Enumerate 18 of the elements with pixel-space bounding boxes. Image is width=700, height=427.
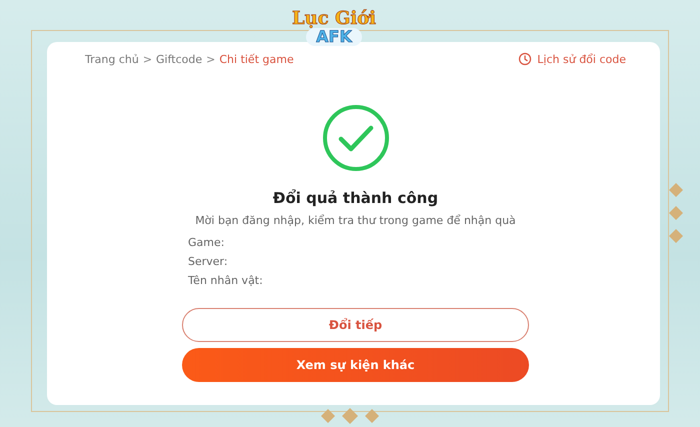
result-title: Đổi quả thành công: [272, 189, 438, 207]
breadcrumb-link[interactable]: Chi tiết game: [219, 52, 294, 66]
field-label: Server:: [188, 255, 229, 269]
breadcrumb-separator: >: [206, 52, 216, 66]
clock-icon: [518, 52, 532, 66]
breadcrumb-separator: >: [142, 52, 152, 66]
diamond-ornament-icon: [668, 183, 684, 243]
redeem-again-button[interactable]: Đổi tiếp: [182, 308, 529, 342]
result-message: Mời bạn đăng nhập, kiểm tra thư trong game để nhận quà: [195, 214, 516, 227]
breadcrumb-link[interactable]: Trang chủ: [85, 52, 139, 66]
diamond-ornament-icon: [320, 407, 380, 425]
breadcrumb-link[interactable]: Giftcode: [156, 52, 202, 66]
game-logo: Lục Giới AFK: [292, 10, 376, 46]
history-link[interactable]: Lịch sử đổi code: [518, 52, 626, 66]
field-label: Game:: [188, 236, 226, 250]
field-label: Tên nhân vật:: [188, 274, 263, 288]
success-check-icon: [322, 104, 390, 172]
other-events-button[interactable]: Xem sự kiện khác: [182, 348, 529, 382]
